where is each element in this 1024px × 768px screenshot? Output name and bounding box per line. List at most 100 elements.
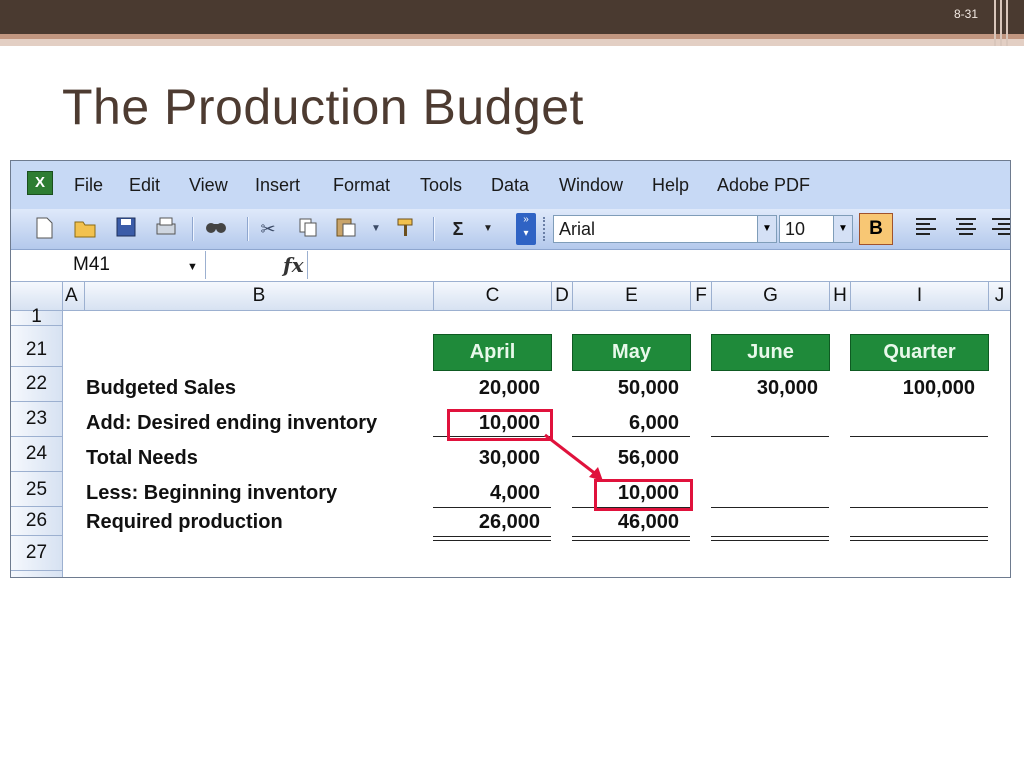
column-header-h[interactable]: H <box>830 282 851 311</box>
row-header-1[interactable]: 1 <box>11 307 63 326</box>
chevron-down-icon[interactable]: ▼ <box>833 216 852 242</box>
menu-edit[interactable]: Edit <box>129 175 160 196</box>
underline <box>850 436 988 437</box>
slide-deco-line <box>1000 0 1002 46</box>
paste-icon[interactable] <box>333 216 359 242</box>
month-header-april: April <box>433 334 552 371</box>
menu-format[interactable]: Format <box>333 175 390 196</box>
formula-input[interactable] <box>307 251 1010 279</box>
column-header-d[interactable]: D <box>552 282 573 311</box>
row-header-22[interactable]: 22 <box>11 367 63 402</box>
underline <box>850 507 988 508</box>
row-header-25[interactable]: 25 <box>11 472 63 507</box>
row-header-21[interactable]: 21 <box>11 326 63 367</box>
row-header-24[interactable]: 24 <box>11 437 63 472</box>
toolbar-separator <box>247 217 249 241</box>
menu-adobe-pdf[interactable]: Adobe PDF <box>717 175 810 196</box>
paste-dropdown-icon[interactable]: ▼ <box>363 216 389 242</box>
toolbar-options-icon[interactable]: » ▾ <box>516 213 536 245</box>
month-header-june: June <box>711 334 830 371</box>
font-size-value: 10 <box>785 219 806 239</box>
column-header-e[interactable]: E <box>573 282 691 311</box>
row-header-26[interactable]: 26 <box>11 507 63 536</box>
standard-toolbar: ✂ ▼ Σ ▼ » ▾ Arial ▼ 10 ▼ B <box>11 209 1010 250</box>
cell-april-budgeted-sales[interactable]: 20,000 <box>433 377 540 400</box>
highlight-box-april-ending <box>447 409 553 441</box>
column-header-f[interactable]: F <box>691 282 712 311</box>
menu-help[interactable]: Help <box>652 175 689 196</box>
chevron-down-icon[interactable]: ▼ <box>757 216 776 242</box>
slide-deco-line <box>994 0 996 46</box>
toolbar-separator <box>192 217 194 241</box>
autosum-icon[interactable]: Σ <box>445 216 471 242</box>
print-icon[interactable] <box>153 216 179 242</box>
row-label-beginning-inventory: Less: Beginning inventory <box>86 482 338 504</box>
column-header-g[interactable]: G <box>712 282 830 311</box>
row-header-23[interactable]: 23 <box>11 402 63 437</box>
align-right-icon[interactable] <box>989 216 1010 242</box>
cell-quarter-budgeted-sales[interactable]: 100,000 <box>850 377 975 400</box>
arrow-icon <box>544 433 603 481</box>
save-icon[interactable] <box>113 216 139 242</box>
cell-april-required-production[interactable]: 26,000 <box>433 511 540 534</box>
menu-window[interactable]: Window <box>559 175 623 196</box>
bold-button[interactable]: B <box>859 213 893 245</box>
toolbar-grip <box>543 217 548 241</box>
column-header-i[interactable]: I <box>851 282 989 311</box>
cell-may-budgeted-sales[interactable]: 50,000 <box>572 377 679 400</box>
slide-number: 8-31 <box>953 7 978 21</box>
double-underline <box>711 536 829 541</box>
chevron-down-icon[interactable]: ▼ <box>187 261 198 273</box>
fx-icon[interactable]: fx <box>283 253 304 277</box>
menu-bar: X File Edit View Insert Format Tools Dat… <box>11 161 1010 209</box>
cell-april-beginning-inventory[interactable]: 4,000 <box>433 482 540 505</box>
menu-tools[interactable]: Tools <box>420 175 462 196</box>
column-header-c[interactable]: C <box>434 282 552 311</box>
row-label-desired-ending-inventory: Add: Desired ending inventory <box>86 412 378 434</box>
toolbar-separator <box>433 217 435 241</box>
autosum-dropdown-icon[interactable]: ▼ <box>475 216 501 242</box>
double-underline <box>850 536 988 541</box>
month-header-quarter: Quarter <box>850 334 989 371</box>
menu-file[interactable]: File <box>74 175 103 196</box>
format-painter-icon[interactable] <box>393 216 419 242</box>
research-icon[interactable] <box>203 216 229 242</box>
name-box-value: M41 <box>73 254 110 275</box>
copy-icon[interactable] <box>295 216 321 242</box>
font-size-select[interactable]: 10 ▼ <box>779 215 853 243</box>
underline <box>433 507 551 508</box>
slide-top-stripe-light <box>0 39 1024 46</box>
font-name-value: Arial <box>559 219 596 239</box>
column-header-b[interactable]: B <box>85 282 434 311</box>
menu-view[interactable]: View <box>189 175 228 196</box>
row-header-27[interactable]: 27 <box>11 536 63 571</box>
new-icon[interactable] <box>31 216 57 242</box>
open-icon[interactable] <box>73 216 99 242</box>
align-left-icon[interactable] <box>913 216 939 242</box>
column-header-j[interactable]: J <box>989 282 1010 311</box>
cut-icon[interactable]: ✂ <box>255 216 281 242</box>
menu-insert[interactable]: Insert <box>255 175 300 196</box>
month-header-may: May <box>572 334 691 371</box>
align-center-icon[interactable] <box>953 216 979 242</box>
cell-april-total-needs[interactable]: 30,000 <box>433 447 540 470</box>
slide-top-bar <box>0 0 1024 34</box>
column-header-a[interactable]: A <box>63 282 85 311</box>
row-header-28[interactable] <box>11 571 63 577</box>
name-box[interactable]: M41 ▼ <box>11 251 206 279</box>
excel-app-icon[interactable]: X <box>27 171 53 195</box>
cell-may-required-production[interactable]: 46,000 <box>572 511 679 534</box>
double-underline <box>572 536 690 541</box>
row-label-required-production: Required production <box>86 511 283 533</box>
double-underline <box>433 536 551 541</box>
slide-title: The Production Budget <box>62 79 584 135</box>
menu-data[interactable]: Data <box>491 175 529 196</box>
slide-deco-line <box>1006 0 1008 46</box>
row-label-budgeted-sales: Budgeted Sales <box>86 377 237 399</box>
cell-june-budgeted-sales[interactable]: 30,000 <box>711 377 818 400</box>
excel-window: X File Edit View Insert Format Tools Dat… <box>10 160 1011 578</box>
formula-bar: M41 ▼ fx <box>11 250 1010 282</box>
underline <box>711 507 829 508</box>
font-name-select[interactable]: Arial ▼ <box>553 215 777 243</box>
underline <box>711 436 829 437</box>
